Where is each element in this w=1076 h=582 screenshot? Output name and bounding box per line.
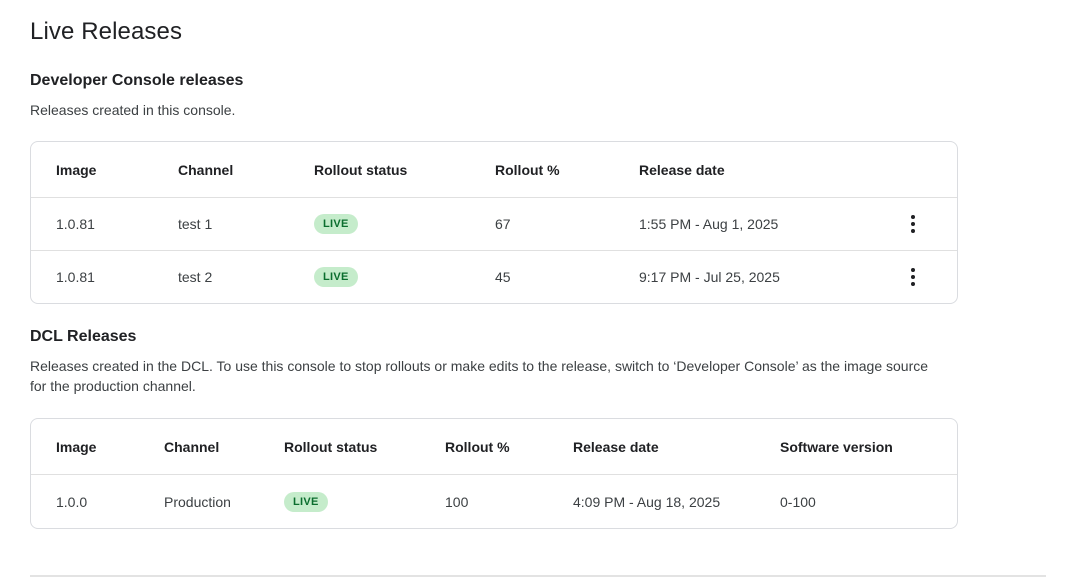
cell-rollout-percent: 67 <box>495 216 639 232</box>
cell-release-date: 1:55 PM - Aug 1, 2025 <box>639 216 885 232</box>
column-header-software-version: Software version <box>780 439 941 455</box>
cell-rollout-status: LIVE <box>284 492 445 512</box>
table-row: 1.0.81 test 1 LIVE 67 1:55 PM - Aug 1, 2… <box>31 197 957 250</box>
table-header-row: Image Channel Rollout status Rollout % R… <box>31 419 957 474</box>
cell-rollout-status: LIVE <box>314 214 495 234</box>
column-header-release-date: Release date <box>573 439 780 455</box>
developer-console-section: Developer Console releases Releases crea… <box>30 72 1046 304</box>
cell-actions <box>885 259 941 295</box>
cell-channel: test 2 <box>178 269 314 285</box>
cell-actions <box>885 206 941 242</box>
footer-divider <box>30 575 1046 577</box>
dcl-section: DCL Releases Releases created in the DCL… <box>30 328 1046 529</box>
dcl-heading: DCL Releases <box>30 328 1046 346</box>
developer-console-description: Releases created in this console. <box>30 100 942 120</box>
cell-image: 1.0.81 <box>56 216 178 232</box>
cell-release-date: 9:17 PM - Jul 25, 2025 <box>639 269 885 285</box>
column-header-rollout-status: Rollout status <box>314 162 495 178</box>
column-header-channel: Channel <box>178 162 314 178</box>
column-header-rollout-percent: Rollout % <box>495 162 639 178</box>
developer-console-heading: Developer Console releases <box>30 72 1046 90</box>
cell-channel: Production <box>164 494 284 510</box>
cell-image: 1.0.81 <box>56 269 178 285</box>
cell-software-version: 0-100 <box>780 494 941 510</box>
table-row: 1.0.0 Production LIVE 100 4:09 PM - Aug … <box>31 474 957 528</box>
column-header-image: Image <box>56 162 178 178</box>
main-content: Live Releases Developer Console releases… <box>0 0 1076 529</box>
cell-rollout-percent: 100 <box>445 494 573 510</box>
cell-image: 1.0.0 <box>56 494 164 510</box>
dcl-description: Releases created in the DCL. To use this… <box>30 356 942 396</box>
table-header-row: Image Channel Rollout status Rollout % R… <box>31 142 957 197</box>
status-badge: LIVE <box>284 492 328 512</box>
table-row: 1.0.81 test 2 LIVE 45 9:17 PM - Jul 25, … <box>31 250 957 303</box>
developer-console-releases-table: Image Channel Rollout status Rollout % R… <box>30 141 958 304</box>
cell-channel: test 1 <box>178 216 314 232</box>
column-header-channel: Channel <box>164 439 284 455</box>
column-header-image: Image <box>56 439 164 455</box>
dcl-releases-table: Image Channel Rollout status Rollout % R… <box>30 418 958 529</box>
column-header-rollout-percent: Rollout % <box>445 439 573 455</box>
cell-rollout-status: LIVE <box>314 267 495 287</box>
kebab-menu-icon <box>911 215 915 233</box>
status-badge: LIVE <box>314 267 358 287</box>
kebab-menu-icon <box>911 268 915 286</box>
row-actions-button[interactable] <box>895 206 931 242</box>
status-badge: LIVE <box>314 214 358 234</box>
row-actions-button[interactable] <box>895 259 931 295</box>
page-title: Live Releases <box>30 18 1046 46</box>
column-header-release-date: Release date <box>639 162 885 178</box>
cell-release-date: 4:09 PM - Aug 18, 2025 <box>573 494 780 510</box>
column-header-rollout-status: Rollout status <box>284 439 445 455</box>
cell-rollout-percent: 45 <box>495 269 639 285</box>
